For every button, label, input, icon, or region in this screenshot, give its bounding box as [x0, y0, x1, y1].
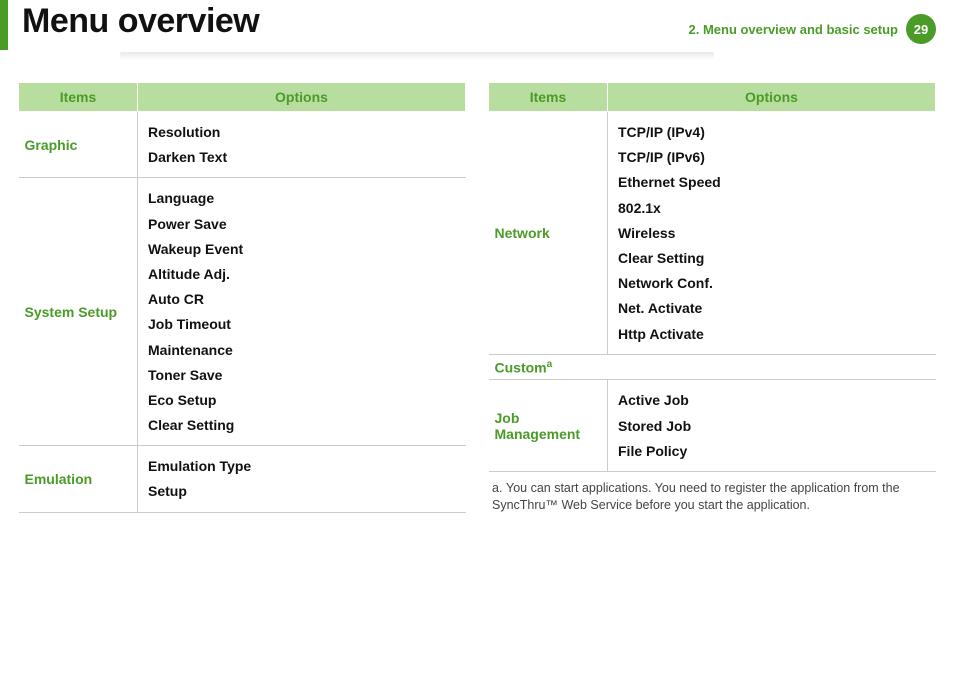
col-header-options: Options	[138, 83, 466, 112]
footnote: a.You can start applications. You need t…	[488, 480, 936, 514]
item-cell: Graphic	[19, 112, 138, 178]
option-item: Clear Setting	[148, 416, 456, 434]
option-item: Auto CR	[148, 290, 456, 308]
options-cell: Language Power Save Wakeup Event Altitud…	[138, 178, 466, 446]
option-item: Wireless	[618, 224, 926, 242]
option-item: TCP/IP (IPv4)	[618, 123, 926, 141]
option-item: Eco Setup	[148, 391, 456, 409]
item-cell-custom: Customa	[489, 354, 936, 380]
col-header-options: Options	[608, 83, 936, 112]
option-item: Net. Activate	[618, 299, 926, 317]
options-cell: TCP/IP (IPv4) TCP/IP (IPv6) Ethernet Spe…	[608, 112, 936, 355]
table-row: Emulation Emulation Type Setup	[19, 446, 466, 512]
item-cell: Network	[489, 112, 608, 355]
footnote-mark: a.	[492, 480, 506, 497]
content-area: Items Options Graphic Resolution Darken …	[18, 82, 936, 514]
options-cell: Resolution Darken Text	[138, 112, 466, 178]
page-number-badge: 29	[906, 14, 936, 44]
table-row: Graphic Resolution Darken Text	[19, 112, 466, 178]
decorative-shadow	[120, 52, 714, 60]
option-item: 802.1x	[618, 199, 926, 217]
options-cell: Emulation Type Setup	[138, 446, 466, 512]
option-item: Job Timeout	[148, 315, 456, 333]
footnote-text: You can start applications. You need to …	[492, 481, 900, 512]
accent-bar	[0, 0, 8, 50]
col-header-items: Items	[19, 83, 138, 112]
option-item: Stored Job	[618, 417, 926, 435]
footnote-ref: a	[547, 359, 553, 370]
option-item: Toner Save	[148, 366, 456, 384]
item-label: Custom	[495, 359, 547, 375]
option-item: Maintenance	[148, 341, 456, 359]
option-item: Clear Setting	[618, 249, 926, 267]
left-column: Items Options Graphic Resolution Darken …	[18, 82, 466, 514]
option-item: Altitude Adj.	[148, 265, 456, 283]
option-item: Darken Text	[148, 148, 456, 166]
right-table: Items Options Network TCP/IP (IPv4) TCP/…	[488, 82, 936, 472]
chapter-label: 2. Menu overview and basic setup	[688, 22, 898, 37]
col-header-items: Items	[489, 83, 608, 112]
options-cell: Active Job Stored Job File Policy	[608, 380, 936, 472]
item-cell: System Setup	[19, 178, 138, 446]
document-page: Menu overview 2. Menu overview and basic…	[0, 0, 954, 675]
item-cell: Emulation	[19, 446, 138, 512]
table-row: Network TCP/IP (IPv4) TCP/IP (IPv6) Ethe…	[489, 112, 936, 355]
table-row: Customa	[489, 354, 936, 380]
option-item: Emulation Type	[148, 457, 456, 475]
item-cell: Job Management	[489, 380, 608, 472]
option-item: Resolution	[148, 123, 456, 141]
option-item: Active Job	[618, 391, 926, 409]
table-row: System Setup Language Power Save Wakeup …	[19, 178, 466, 446]
left-table: Items Options Graphic Resolution Darken …	[18, 82, 466, 513]
option-item: Language	[148, 189, 456, 207]
option-item: Ethernet Speed	[618, 173, 926, 191]
right-column: Items Options Network TCP/IP (IPv4) TCP/…	[488, 82, 936, 514]
option-item: File Policy	[618, 442, 926, 460]
option-item: TCP/IP (IPv6)	[618, 148, 926, 166]
option-item: Http Activate	[618, 325, 926, 343]
option-item: Setup	[148, 482, 456, 500]
option-item: Wakeup Event	[148, 240, 456, 258]
page-title: Menu overview	[22, 2, 259, 41]
table-row: Job Management Active Job Stored Job Fil…	[489, 380, 936, 472]
option-item: Power Save	[148, 215, 456, 233]
option-item: Network Conf.	[618, 274, 926, 292]
